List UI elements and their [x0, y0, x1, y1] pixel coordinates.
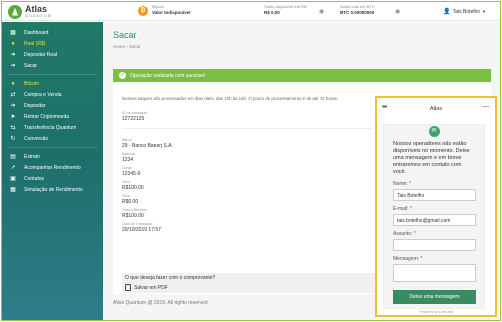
email-input[interactable]: tais.botelho@gmail.com [393, 214, 476, 226]
pdf-icon [125, 284, 131, 291]
required-mark: * [409, 206, 412, 212]
app-window: Atlas QUANTUM ₿ Bitcoin Valor Indisponív… [1, 1, 501, 321]
save-pdf-button[interactable]: Salvar em PDF [125, 284, 168, 291]
sidebar-item-simulacao[interactable]: ▦ Simulação de Rendimento [2, 184, 103, 195]
statement-icon: ▤ [10, 153, 16, 160]
powered-by[interactable]: Powered by LiveChat [377, 310, 495, 314]
sidebar-item-sacar[interactable]: ➜ Sacar [2, 60, 103, 71]
top-bar: Atlas QUANTUM ₿ Bitcoin Valor Indisponív… [2, 2, 500, 21]
balance-btc-label: Saldo total em BTC [340, 4, 375, 9]
alert-text: Operação realizada com sucesso! [130, 72, 206, 79]
subject-label: Assunto: * [393, 231, 416, 237]
mail-icon: ✉ [428, 126, 440, 137]
sidebar-item-extrato[interactable]: ▤ Extrato [2, 151, 103, 162]
balance-brl: Saldo disponível em R$ R$ 0,00 [264, 5, 306, 16]
btc-price: Bitcoin Valor Indisponível [152, 5, 191, 16]
chat-widget: ••• Atlas — ✉ Nossos operadores não estã… [375, 96, 497, 317]
sidebar: ▦ Dashboard ● Real (R$) ➜ Depositar Real ➜ S… [2, 22, 103, 320]
user-menu[interactable]: 👤 Tais Botelho ▼ [443, 8, 486, 16]
eye-icon[interactable]: ◉ [395, 9, 402, 15]
sidebar-divider [8, 74, 97, 75]
chevron-down-icon: ▼ [482, 9, 486, 14]
sidebar-item-depositar-real[interactable]: ➜ Depositar Real [2, 49, 103, 60]
btc-value: Valor Indisponível [152, 10, 191, 15]
sidebar-item-contatos[interactable]: ▣ Contatos [2, 173, 103, 184]
bitcoin-icon: ₿ [138, 6, 148, 16]
page-title: Sacar [113, 30, 137, 40]
message-label: Mensagem: * [393, 256, 423, 262]
btc-label: Bitcoin [152, 4, 165, 9]
required-mark: * [420, 256, 423, 262]
fee-field: Taxa R$0.00 [122, 194, 139, 205]
check-icon: ✓ [119, 72, 126, 79]
sidebar-item-bitcoin[interactable]: ● Bitcoin [2, 78, 103, 89]
required-mark: * [409, 181, 412, 187]
breadcrumb[interactable]: Home › Sacar [113, 44, 141, 49]
grid-icon: ▦ [10, 29, 16, 36]
divider [122, 128, 372, 129]
cart-icon: ⇄ [10, 91, 16, 98]
sidebar-item-compra-venda[interactable]: ⇄ Compra e Venda [2, 89, 103, 100]
balance-btc: Saldo total em BTC BTC 0.00000000 [340, 5, 375, 16]
transfer-icon: ⇆ [10, 124, 16, 131]
coin-icon: ● [11, 40, 15, 47]
tx-id-field: ID da transação 12722125 [122, 111, 148, 122]
bitcoin-icon: ● [11, 80, 15, 87]
receipt-question: O que deseja fazer com o comprovante? [125, 275, 216, 281]
subject-input[interactable] [393, 239, 476, 251]
deposit-icon: ➜ [10, 102, 16, 109]
required-mark: * [413, 231, 416, 237]
convert-icon: ↻ [10, 135, 16, 142]
chart-icon: ↗ [10, 164, 16, 171]
account-field: Conta 12345-9 [122, 166, 141, 177]
amount-field: Valor R$100.00 [122, 180, 144, 191]
send-icon: ➤ [10, 113, 16, 120]
message-textarea[interactable] [393, 264, 476, 282]
eye-icon[interactable]: ◉ [319, 9, 326, 15]
logo[interactable]: Atlas QUANTUM [8, 4, 52, 19]
receipt-actions: O que deseja fazer com o comprovante? Sa… [122, 273, 382, 293]
sidebar-item-depositar[interactable]: ➜ Depositar [2, 100, 103, 111]
success-alert: ✓ Operação realizada com sucesso! [113, 69, 491, 82]
chat-header: ••• Atlas — [377, 98, 495, 124]
logo-subtitle: QUANTUM [25, 13, 53, 18]
name-input[interactable]: Tais Botelho [393, 189, 476, 201]
chat-title: Atlas [429, 106, 443, 112]
withdraw-icon: ➜ [10, 62, 16, 69]
sidebar-item-conversao[interactable]: ↻ Conversão [2, 133, 103, 144]
balance-brl-label: Saldo disponível em R$ [264, 4, 307, 9]
atlas-logo-icon [8, 4, 22, 19]
agency-field: Agência 1234 [122, 152, 135, 163]
chat-offline-message: Nossos operadores não estão disponíveis … [393, 141, 470, 175]
balance-btc-value: BTC 0.00000000 [340, 10, 375, 15]
processing-note: Nossos saques são processados em dias út… [122, 96, 339, 101]
balance-brl-value: R$ 0,00 [264, 10, 280, 15]
chat-form: ✉ Nossos operadores não estão disponívei… [383, 124, 485, 309]
contacts-icon: ▣ [10, 175, 16, 182]
minimize-icon[interactable]: — [482, 103, 489, 110]
sidebar-item-real[interactable]: ● Real (R$) [2, 38, 103, 49]
total-field: Total a Receber R$100.00 [122, 208, 148, 219]
sidebar-item-rendimento[interactable]: ↗ Acompanhar Rendimento [2, 162, 103, 173]
sidebar-item-retirar[interactable]: ➤ Retirar Criptomoeda [2, 111, 103, 122]
date-field: Data da Transação 20/10/2019 17:57 [122, 222, 161, 233]
calculator-icon: ▦ [10, 186, 16, 193]
deposit-icon: ➜ [10, 51, 16, 58]
footer: Atlas Quantum @ 2019. All rights reserve… [113, 300, 208, 306]
send-message-button[interactable]: Deixe uma mensagem [393, 290, 476, 304]
bank-field: Banco 29 - Banco Banerj S.A. [122, 138, 173, 149]
user-icon: 👤 [443, 9, 451, 15]
user-name: Tais Botelho [452, 8, 481, 15]
sidebar-item-dashboard[interactable]: ▦ Dashboard [2, 27, 103, 38]
sidebar-item-transferencia[interactable]: ⇆ Transferência Quantum [2, 122, 103, 133]
save-pdf-label: Salvar em PDF [134, 284, 168, 291]
sidebar-divider [8, 147, 97, 148]
email-label: E-mail: * [393, 206, 412, 212]
name-label: Nome: * [393, 181, 412, 187]
